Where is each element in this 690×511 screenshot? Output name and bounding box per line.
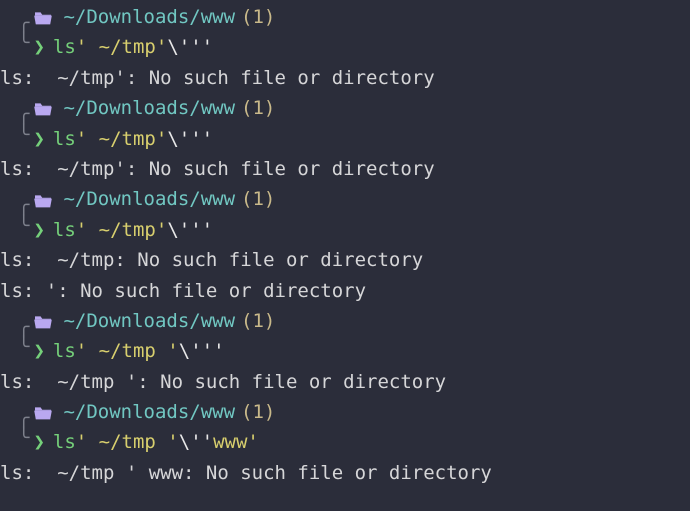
command-name: ls — [53, 215, 76, 245]
command-arg-quoted: ' ~/tmp ' — [76, 336, 179, 366]
prompt-hook-bottom: ╰ — [18, 120, 29, 150]
command-output: ls: ~/tmp': No such file or directory — [0, 154, 690, 184]
prompt-chevron-icon: ❯ — [33, 215, 44, 245]
prompt-chevron-icon: ❯ — [33, 336, 44, 366]
prompt-path-line: ╭~/Downloads/www (1) — [0, 397, 690, 427]
command-block: ╭~/Downloads/www (1)╰❯ls ' ~/tmp' \'''ls… — [0, 184, 690, 306]
command-output: ls: ~/tmp: No such file or directory — [0, 245, 690, 275]
command-arg-quoted: www' — [213, 427, 259, 457]
command-arg-quoted: ' ~/tmp ' — [76, 427, 179, 457]
prompt-chevron-icon: ❯ — [33, 32, 44, 62]
prompt-path: ~/Downloads/www — [63, 397, 235, 427]
prompt-count: (1) — [241, 184, 275, 214]
command-block: ╭~/Downloads/www (1)╰❯ ls ' ~/tmp '\'''ls… — [0, 306, 690, 397]
prompt-hook-bottom: ╰ — [18, 28, 29, 58]
command-arg-escaped: \''' — [179, 336, 225, 366]
prompt-path-line: ╭~/Downloads/www (1) — [0, 184, 690, 214]
prompt-command-line[interactable]: ╰❯ls ' ~/tmp' \''' — [0, 215, 690, 245]
command-block: ╭~/Downloads/www (1)╰❯ ls ' ~/tmp'\'''ls:… — [0, 2, 690, 93]
command-output: ls: ~/tmp ' www: No such file or directo… — [0, 458, 690, 488]
prompt-command-line[interactable]: ╰❯ls ' ~/tmp '\'' www' — [0, 427, 690, 457]
prompt-path-line: ╭~/Downloads/www (1) — [0, 93, 690, 123]
command-arg-escaped: \''' — [167, 32, 213, 62]
command-block: ╭~/Downloads/www (1)╰❯ ls ' ~/tmp '\'' ww… — [0, 397, 690, 488]
command-arg-quoted: ' ~/tmp' — [76, 215, 168, 245]
command-output: ls: ': No such file or directory — [0, 276, 690, 306]
prompt-path: ~/Downloads/www — [63, 2, 235, 32]
command-arg-escaped: \''' — [167, 124, 213, 154]
prompt-path-line: ╭~/Downloads/www (1) — [0, 306, 690, 336]
terminal[interactable]: ╭~/Downloads/www (1)╰❯ls ' ~/tmp'\'''ls:… — [0, 2, 690, 488]
prompt-hook-bottom: ╰ — [18, 423, 29, 453]
command-output: ls: ~/tmp ': No such file or directory — [0, 367, 690, 397]
prompt-chevron-icon: ❯ — [33, 427, 44, 457]
prompt-path-line: ╭~/Downloads/www (1) — [0, 2, 690, 32]
prompt-command-line[interactable]: ╰❯ls ' ~/tmp'\''' — [0, 124, 690, 154]
prompt-count: (1) — [241, 2, 275, 32]
folder-icon — [33, 405, 53, 421]
prompt-path: ~/Downloads/www — [63, 306, 235, 336]
prompt-count: (1) — [241, 306, 275, 336]
command-arg-escaped: \'' — [179, 427, 213, 457]
command-name: ls — [53, 124, 76, 154]
folder-icon — [33, 101, 53, 117]
command-arg-quoted: ' ~/tmp' — [76, 32, 168, 62]
command-name: ls — [53, 32, 76, 62]
folder-icon — [33, 10, 53, 26]
prompt-path: ~/Downloads/www — [63, 93, 235, 123]
folder-icon — [33, 193, 53, 209]
prompt-command-line[interactable]: ╰❯ls ' ~/tmp '\''' — [0, 336, 690, 366]
command-block: ╭~/Downloads/www (1)╰❯ ls ' ~/tmp'\'''ls:… — [0, 93, 690, 184]
prompt-chevron-icon: ❯ — [33, 124, 44, 154]
prompt-command-line[interactable]: ╰❯ls ' ~/tmp'\''' — [0, 32, 690, 62]
command-output: ls: ~/tmp': No such file or directory — [0, 63, 690, 93]
command-arg-escaped: \''' — [167, 215, 213, 245]
prompt-count: (1) — [241, 93, 275, 123]
prompt-hook-bottom: ╰ — [18, 332, 29, 362]
folder-icon — [33, 314, 53, 330]
prompt-path: ~/Downloads/www — [63, 184, 235, 214]
prompt-count: (1) — [241, 397, 275, 427]
command-arg-quoted: ' ~/tmp' — [76, 124, 168, 154]
command-name: ls — [53, 336, 76, 366]
command-name: ls — [53, 427, 76, 457]
prompt-hook-bottom: ╰ — [18, 211, 29, 241]
